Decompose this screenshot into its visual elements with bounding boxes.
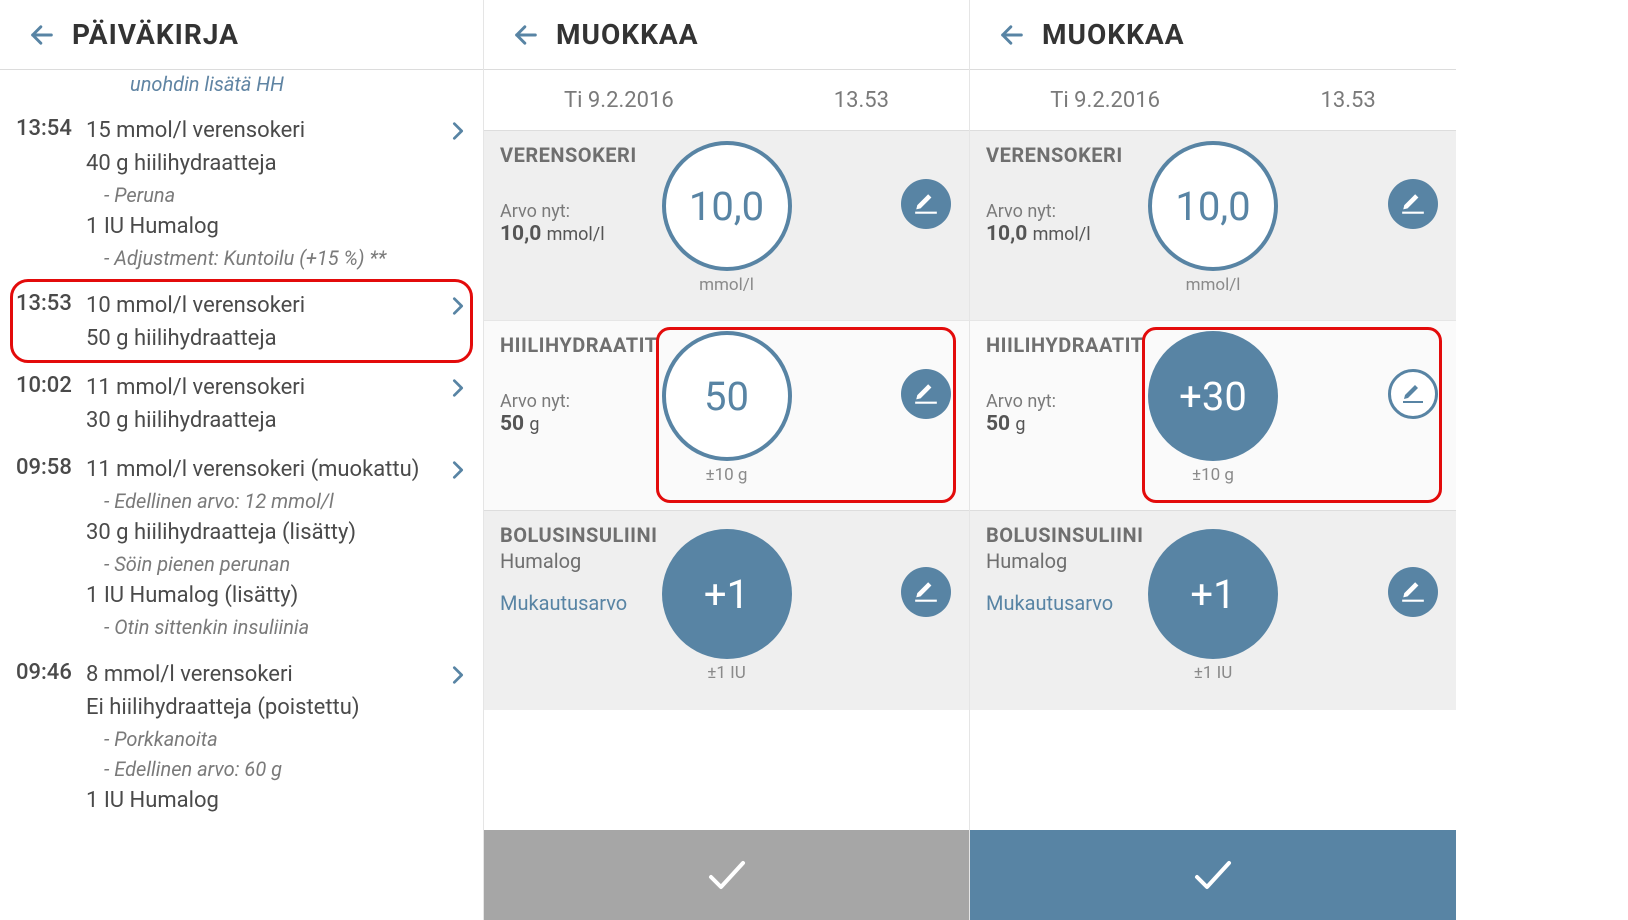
entry-subline: - Porkkanoita <box>86 724 433 754</box>
edit-screen-a: MUOKKAA Ti 9.2.2016 13.53 VERENSOKERI Ar… <box>484 0 970 920</box>
bolus-unit: ±1 IU <box>707 663 746 683</box>
edit-bolus-button[interactable] <box>1388 567 1438 617</box>
chevron-right-icon[interactable] <box>447 455 469 489</box>
entry-time: 10:02 <box>16 371 86 437</box>
entry-body: 11 mmol/l verensokeri30 g hiilihydraatte… <box>86 371 467 437</box>
chevron-right-icon[interactable] <box>447 373 469 407</box>
entry-line: Ei hiilihydraatteja (poistettu) <box>86 691 433 724</box>
entry-subline: - Edellinen arvo: 60 g <box>86 754 433 784</box>
back-button[interactable] <box>22 15 62 55</box>
bolus-unit: ±1 IU <box>1194 663 1233 683</box>
diary-entry[interactable]: 09:5811 mmol/l verensokeri (muokattu)- E… <box>0 443 483 648</box>
arrow-left-icon <box>998 21 1026 49</box>
diary-screen: PÄIVÄKIRJA unohdin lisätä HH 13:5415 mmo… <box>0 0 484 920</box>
carbs-section: HIILIHYDRAATIT Arvo nyt: 50 g 50 ±10 g <box>484 320 969 510</box>
diary-entry[interactable]: 13:5310 mmol/l verensokeri50 g hiilihydr… <box>0 279 483 361</box>
entry-line: 11 mmol/l verensokeri <box>86 371 433 404</box>
check-icon <box>1189 851 1237 899</box>
edit-screen-b: MUOKKAA Ti 9.2.2016 13.53 VERENSOKERI Ar… <box>970 0 1456 920</box>
carb-dial[interactable]: 50 <box>662 331 792 461</box>
entry-line: 30 g hiilihydraatteja (lisätty) <box>86 516 433 549</box>
entry-line: 1 IU Humalog <box>86 210 433 243</box>
entry-line: 15 mmol/l verensokeri <box>86 114 433 147</box>
page-title: MUOKKAA <box>1042 18 1185 51</box>
diary-entry[interactable]: 13:5415 mmol/l verensokeri40 g hiilihydr… <box>0 104 483 279</box>
time-label: 13.53 <box>834 88 889 113</box>
edit-bg-button[interactable] <box>901 179 951 229</box>
header: PÄIVÄKIRJA <box>0 0 483 70</box>
entry-body: 8 mmol/l verensokeriEi hiilihydraatteja … <box>86 658 467 817</box>
confirm-button[interactable] <box>970 830 1456 920</box>
entry-time: 13:54 <box>16 114 86 273</box>
edit-bg-button[interactable] <box>1388 179 1438 229</box>
entry-subline: - Adjustment: Kuntoilu (+15 %) ** <box>86 243 433 273</box>
carb-dial[interactable]: +30 <box>1148 331 1278 461</box>
entry-time: 09:58 <box>16 453 86 642</box>
time-label: 13.53 <box>1320 88 1375 113</box>
edit-bolus-button[interactable] <box>901 567 951 617</box>
entry-line: 40 g hiilihydraatteja <box>86 147 433 180</box>
entry-line: 8 mmol/l verensokeri <box>86 658 433 691</box>
entry-body: 11 mmol/l verensokeri (muokattu)- Edelli… <box>86 453 467 642</box>
entry-body: 15 mmol/l verensokeri40 g hiilihydraatte… <box>86 114 467 273</box>
entry-line: 11 mmol/l verensokeri (muokattu) <box>86 453 433 486</box>
blood-sugar-section: VERENSOKERI Arvo nyt: 10,0 mmol/l 10,0 m… <box>970 130 1456 320</box>
bg-unit: mmol/l <box>699 275 754 295</box>
date-label: Ti 9.2.2016 <box>564 88 674 113</box>
bolus-dial[interactable]: +1 <box>662 529 792 659</box>
page-title: PÄIVÄKIRJA <box>72 18 239 51</box>
entry-line: 30 g hiilihydraatteja <box>86 404 433 437</box>
entry-subline: - Söin pienen perunan <box>86 549 433 579</box>
entry-line: 1 IU Humalog (lisätty) <box>86 579 433 612</box>
bolus-dial[interactable]: +1 <box>1148 529 1278 659</box>
diary-entry[interactable]: 10:0211 mmol/l verensokeri30 g hiilihydr… <box>0 361 483 443</box>
edit-carb-button[interactable] <box>901 369 951 419</box>
diary-entry[interactable]: 09:468 mmol/l verensokeriEi hiilihydraat… <box>0 648 483 823</box>
chevron-right-icon[interactable] <box>447 660 469 694</box>
entry-subline: - Peruna <box>86 180 433 210</box>
bg-unit: mmol/l <box>1186 275 1241 295</box>
truncated-note: unohdin lisätä HH <box>0 70 483 104</box>
blood-sugar-section: VERENSOKERI Arvo nyt: 10,0 mmol/l 10,0 m… <box>484 130 969 320</box>
entry-subline: - Edellinen arvo: 12 mmol/l <box>86 486 433 516</box>
confirm-button[interactable] <box>484 830 969 920</box>
chevron-right-icon[interactable] <box>447 291 469 325</box>
entry-line: 50 g hiilihydraatteja <box>86 322 433 355</box>
pencil-icon <box>1400 579 1426 605</box>
back-button[interactable] <box>992 15 1032 55</box>
date-label: Ti 9.2.2016 <box>1050 88 1160 113</box>
bg-dial[interactable]: 10,0 <box>662 141 792 271</box>
diary-list: 13:5415 mmol/l verensokeri40 g hiilihydr… <box>0 104 483 920</box>
chevron-right-icon[interactable] <box>447 116 469 150</box>
page-title: MUOKKAA <box>556 18 699 51</box>
entry-line: 1 IU Humalog <box>86 784 433 817</box>
pencil-icon <box>1401 382 1425 406</box>
pencil-icon <box>913 381 939 407</box>
bolus-section: BOLUSINSULIINI Humalog Mukautusarvo +1 ±… <box>484 510 969 710</box>
bg-dial[interactable]: 10,0 <box>1148 141 1278 271</box>
bolus-section: BOLUSINSULIINI Humalog Mukautusarvo +1 ±… <box>970 510 1456 710</box>
entry-body: 10 mmol/l verensokeri50 g hiilihydraatte… <box>86 289 467 355</box>
carb-unit: ±10 g <box>1192 465 1234 485</box>
carbs-section: HIILIHYDRAATIT Arvo nyt: 50 g +30 ±10 g <box>970 320 1456 510</box>
pencil-icon <box>913 579 939 605</box>
entry-subline: - Otin sittenkin insuliinia <box>86 612 433 642</box>
back-button[interactable] <box>506 15 546 55</box>
check-icon <box>703 851 751 899</box>
header: MUOKKAA <box>484 0 969 70</box>
entry-line: 10 mmol/l verensokeri <box>86 289 433 322</box>
arrow-left-icon <box>512 21 540 49</box>
date-time-row: Ti 9.2.2016 13.53 <box>484 70 969 130</box>
entry-time: 09:46 <box>16 658 86 817</box>
date-time-row: Ti 9.2.2016 13.53 <box>970 70 1456 130</box>
pencil-icon <box>1400 191 1426 217</box>
edit-carb-button[interactable] <box>1388 369 1438 419</box>
header: MUOKKAA <box>970 0 1456 70</box>
carb-unit: ±10 g <box>706 465 748 485</box>
arrow-left-icon <box>28 21 56 49</box>
pencil-icon <box>913 191 939 217</box>
entry-time: 13:53 <box>16 289 86 355</box>
